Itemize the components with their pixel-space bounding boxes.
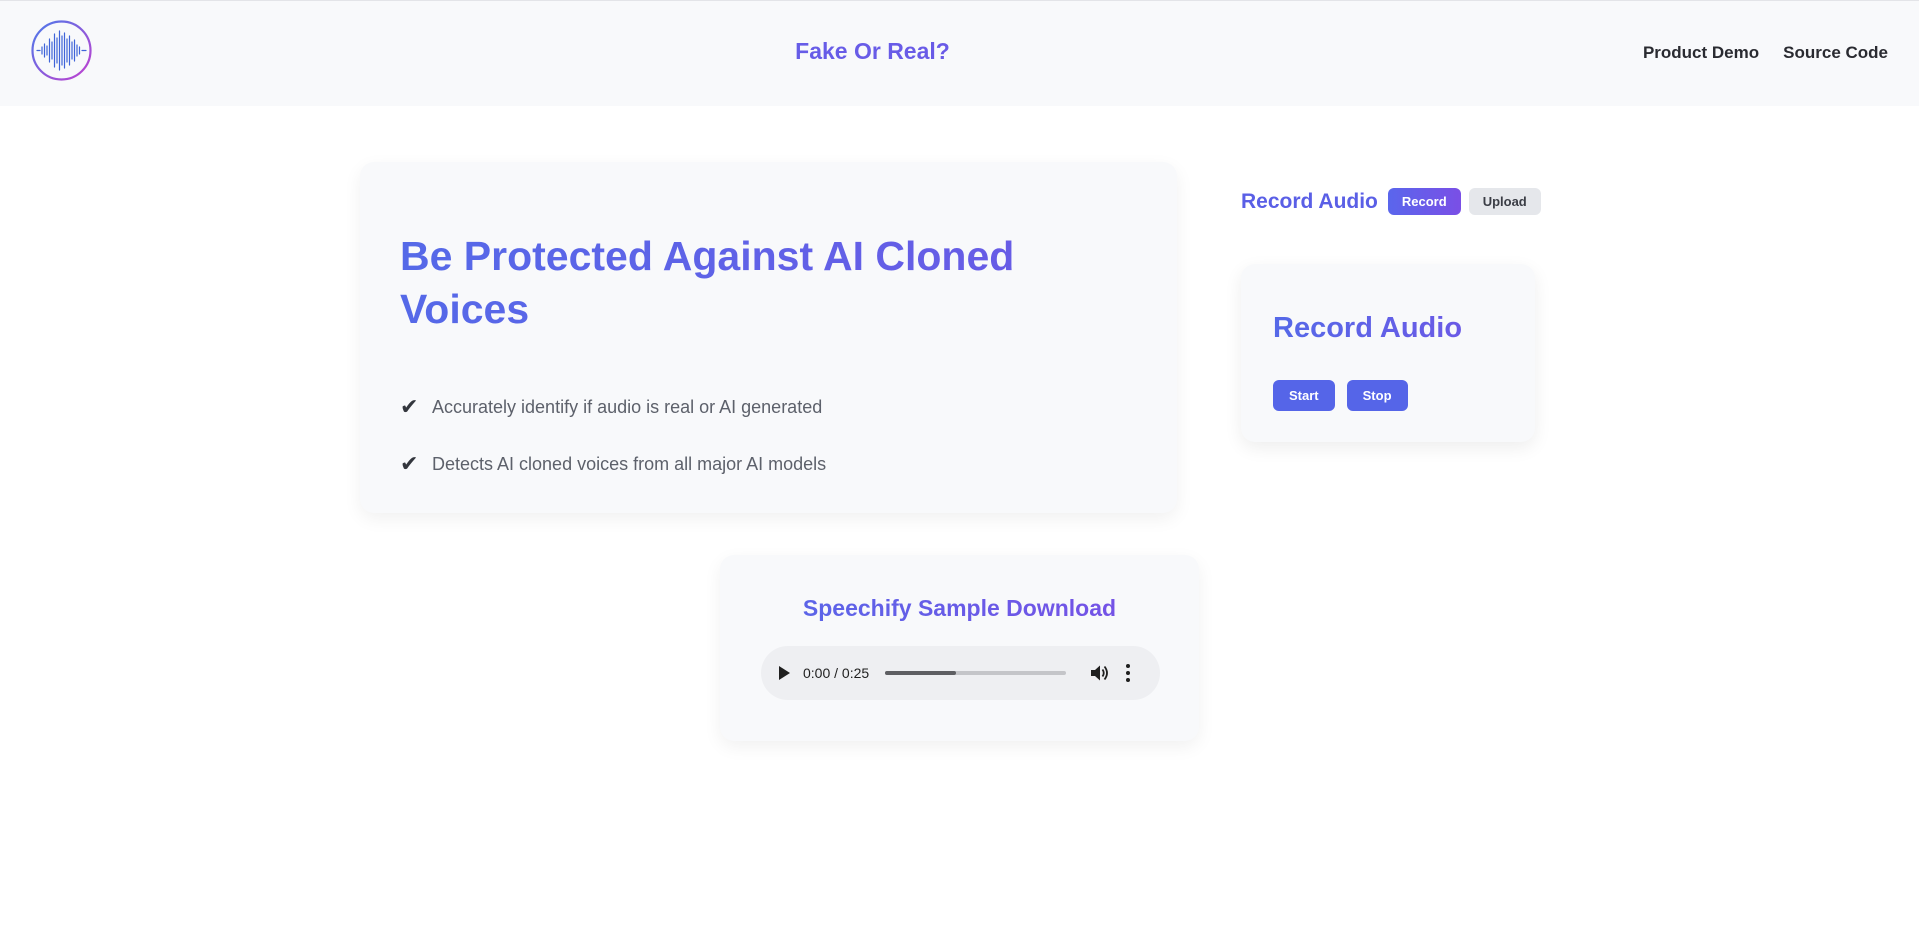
navbar: Fake Or Real? Product Demo Source Code [0,1,1919,106]
record-mode-button[interactable]: Record [1387,188,1461,215]
feature-item: ✔ Accurately identify if audio is real o… [400,379,826,436]
audio-player[interactable]: 0:00 / 0:25 [761,646,1160,700]
page: Fake Or Real? Product Demo Source Code B… [0,0,1919,933]
record-audio-label: Record Audio [1241,189,1378,213]
time-display: 0:00 / 0:25 [803,665,870,681]
checkmark-icon: ✔ [400,395,419,420]
feature-text: Detects AI cloned voices from all major … [432,454,827,474]
site-title: Fake Or Real? [0,38,1745,65]
nav-links: Product Demo Source Code [1643,43,1888,63]
nav-link-product-demo[interactable]: Product Demo [1643,43,1759,63]
feature-list: ✔ Accurately identify if audio is real o… [400,379,826,493]
checkmark-icon: ✔ [400,452,419,477]
hero-card: Be Protected Against AI Cloned Voices ✔ … [360,162,1177,513]
volume-icon[interactable] [1090,664,1110,682]
start-button[interactable]: Start [1273,380,1335,411]
record-card: Record Audio Start Stop [1241,264,1535,442]
sample-title: Speechify Sample Download [720,595,1199,622]
upload-mode-button[interactable]: Upload [1468,188,1541,215]
stop-button[interactable]: Stop [1346,380,1408,411]
nav-link-source-code[interactable]: Source Code [1783,43,1888,63]
hero-title: Be Protected Against AI Cloned Voices [400,230,1100,336]
sample-card: Speechify Sample Download 0:00 / 0:25 [720,555,1199,741]
feature-text: Accurately identify if audio is real or … [432,397,823,417]
progress-buffer [885,671,956,675]
record-mode-bar: Record Audio Record Upload [1241,188,1541,215]
progress-slider[interactable] [885,671,1067,675]
record-actions: Start Stop [1273,380,1408,411]
record-card-title: Record Audio [1273,312,1463,344]
more-options-icon[interactable] [1122,660,1134,686]
play-icon[interactable] [779,666,790,680]
feature-item: ✔ Detects AI cloned voices from all majo… [400,436,826,493]
